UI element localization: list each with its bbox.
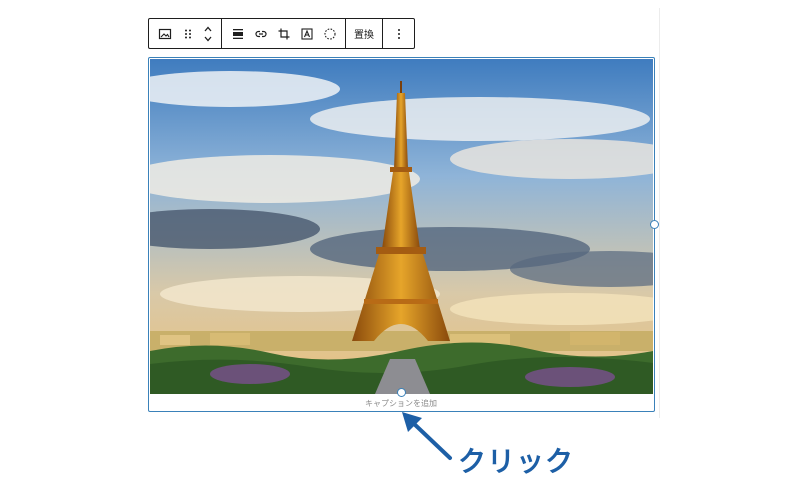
text-overlay-icon[interactable]: [295, 19, 318, 48]
arrow-icon: [402, 412, 452, 460]
replace-button[interactable]: 置換: [350, 19, 378, 48]
click-annotation-label: クリック: [458, 445, 575, 478]
more-options-icon[interactable]: [387, 19, 410, 48]
eiffel-tower-photo[interactable]: [150, 59, 653, 394]
resize-handle-bottom[interactable]: [397, 388, 406, 397]
select-motif-icon[interactable]: [318, 19, 341, 48]
block-controls-group: [222, 19, 346, 48]
link-icon[interactable]: [249, 19, 272, 48]
block-type-group: [149, 19, 222, 48]
drag-handle-icon[interactable]: [176, 19, 199, 48]
move-up-icon[interactable]: [203, 24, 213, 34]
align-icon[interactable]: [226, 19, 249, 48]
image-block[interactable]: キャプションを追加: [148, 57, 655, 412]
options-group: [383, 19, 414, 48]
image-block-icon[interactable]: [153, 19, 176, 48]
block-toolbar: 置換: [148, 18, 415, 49]
replace-group: 置換: [346, 19, 383, 48]
resize-handle-right[interactable]: [650, 220, 659, 229]
move-down-icon[interactable]: [203, 34, 213, 44]
block-mover: [199, 19, 217, 48]
editor-content-edge: [659, 8, 660, 418]
crop-icon[interactable]: [272, 19, 295, 48]
editor-canvas: 置換 キャプションを追加 クリック: [0, 0, 800, 491]
